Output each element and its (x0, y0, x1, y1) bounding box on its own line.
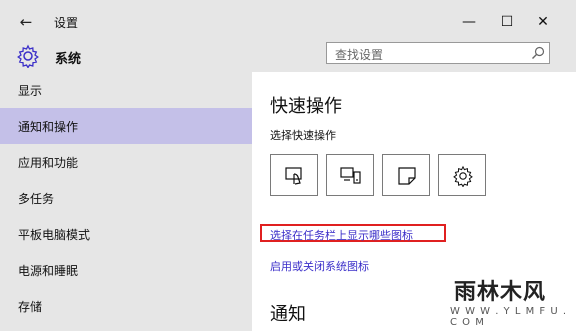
sidebar-item-storage[interactable]: 存储 (0, 288, 252, 324)
sidebar-item-label: 电源和睡眠 (18, 264, 79, 278)
watermark-url: W W W . Y L M F U . C O M (450, 306, 568, 328)
settings-icon (453, 165, 473, 187)
sidebar-item-notifications[interactable]: 通知和操作 (0, 108, 252, 144)
section-title-quick-actions: 快速操作 (270, 96, 342, 117)
link-system-icons[interactable]: 启用或关闭系统图标 (270, 258, 369, 274)
section-title-notifications: 通知 (270, 304, 306, 325)
sidebar-item-label: 通知和操作 (18, 120, 79, 134)
sidebar-item-multitasking[interactable]: 多任务 (0, 180, 252, 216)
sidebar-item-label: 多任务 (18, 192, 55, 206)
sidebar: 显示 通知和操作 应用和功能 多任务 平板电脑模式 电源和睡眠 存储 (0, 72, 252, 331)
link-taskbar-icons[interactable]: 选择在任务栏上显示哪些图标 (270, 227, 413, 243)
search-input[interactable]: 查找设置 (326, 42, 550, 64)
sidebar-item-label: 显示 (18, 84, 43, 98)
note-icon (398, 167, 416, 185)
sidebar-item-display[interactable]: 显示 (0, 72, 252, 108)
search-icon[interactable] (531, 46, 545, 60)
back-arrow-icon[interactable]: ← (16, 12, 36, 32)
minimize-button[interactable]: — (452, 8, 486, 36)
quick-action-settings[interactable] (438, 154, 486, 196)
connect-icon (340, 167, 361, 184)
sidebar-item-label: 平板电脑模式 (18, 228, 91, 242)
watermark-logo: 雨林木风 W W W . Y L M F U . C O M (444, 268, 570, 328)
sidebar-item-label: 应用和功能 (18, 156, 79, 170)
search-placeholder: 查找设置 (335, 48, 384, 62)
quick-action-note[interactable] (382, 154, 430, 196)
section-subtitle: 选择快速操作 (270, 129, 336, 142)
gear-icon (17, 44, 39, 68)
tablet-mode-icon (285, 167, 302, 185)
sidebar-item-label: 存储 (18, 300, 43, 314)
sidebar-item-apps[interactable]: 应用和功能 (0, 144, 252, 180)
sidebar-item-tablet-mode[interactable]: 平板电脑模式 (0, 216, 252, 252)
close-button[interactable]: ✕ (526, 8, 560, 36)
watermark-brand: 雨林木风 (454, 280, 547, 305)
quick-action-tablet-mode[interactable] (270, 154, 318, 196)
maximize-button[interactable]: ☐ (490, 8, 524, 36)
sidebar-item-power-sleep[interactable]: 电源和睡眠 (0, 252, 252, 288)
title-bar: ← 设置 — ☐ ✕ (0, 0, 576, 42)
page-title: 系统 (55, 52, 82, 67)
quick-action-connect[interactable] (326, 154, 374, 196)
window-title: 设置 (54, 16, 79, 30)
